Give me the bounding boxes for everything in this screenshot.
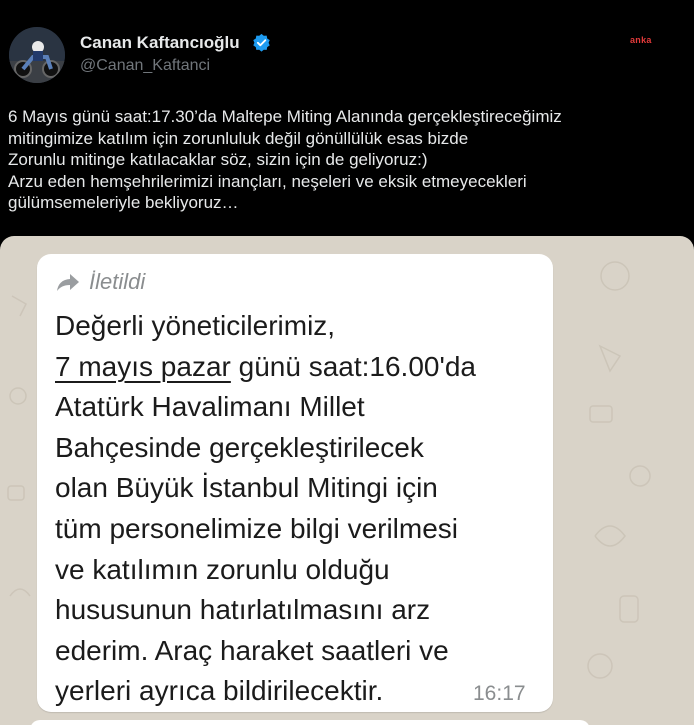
forwarded-label: İletildi [89,269,146,294]
verified-badge-icon [253,33,270,52]
message-line: olan Büyük İstanbul Mitingi için [55,472,438,504]
author-name[interactable]: Canan Kaftancıoğlu [80,33,240,53]
message-line: ve katılımın zorunlu olduğu [55,553,390,585]
tweet-text: 6 Mayıs günü saat:17.30’da Maltepe Mitin… [8,107,562,212]
message-line: 7 mayıs pazar günü saat:16.00'da [55,347,535,388]
next-message-bubble [30,720,590,725]
message-bubble[interactable]: İletildi Değerli yöneticilerimiz, 7 mayı… [37,254,553,712]
whatsapp-screenshot[interactable]: İletildi Değerli yöneticilerimiz, 7 mayı… [0,236,694,725]
message-line: yerleri ayrıca bildirilecektir. [55,675,384,707]
message-line-rest: günü saat:16.00'da [230,350,476,382]
avatar[interactable] [9,27,65,83]
watermark: anka [630,35,652,45]
message-line: tüm personelimize bilgi verilmesi [55,512,459,544]
forwarded-indicator: İletildi [55,268,145,296]
message-line: ederim. Araç haraket saatleri ve [55,634,449,666]
forward-arrow-icon [57,274,79,291]
message-line: Değerli yöneticilerimiz, [55,310,336,341]
avatar-motorcycle-image [9,27,65,83]
author-handle[interactable]: @Canan_Kaftanci [80,57,210,75]
message-time: 16:17 [473,682,526,705]
tweet-header: Canan Kaftancıoğlu @Canan_Kaftanci anka [0,0,694,95]
message-line: Bahçesinde gerçekleştirilecek [55,431,424,463]
message-line: hususunun hatırlatılmasını arz [55,594,431,626]
message-text: Değerli yöneticilerimiz, 7 mayıs pazar g… [55,306,535,712]
message-line: Atatürk Havalimanı Millet [55,391,365,423]
date-link[interactable]: 7 mayıs pazar [55,351,231,382]
